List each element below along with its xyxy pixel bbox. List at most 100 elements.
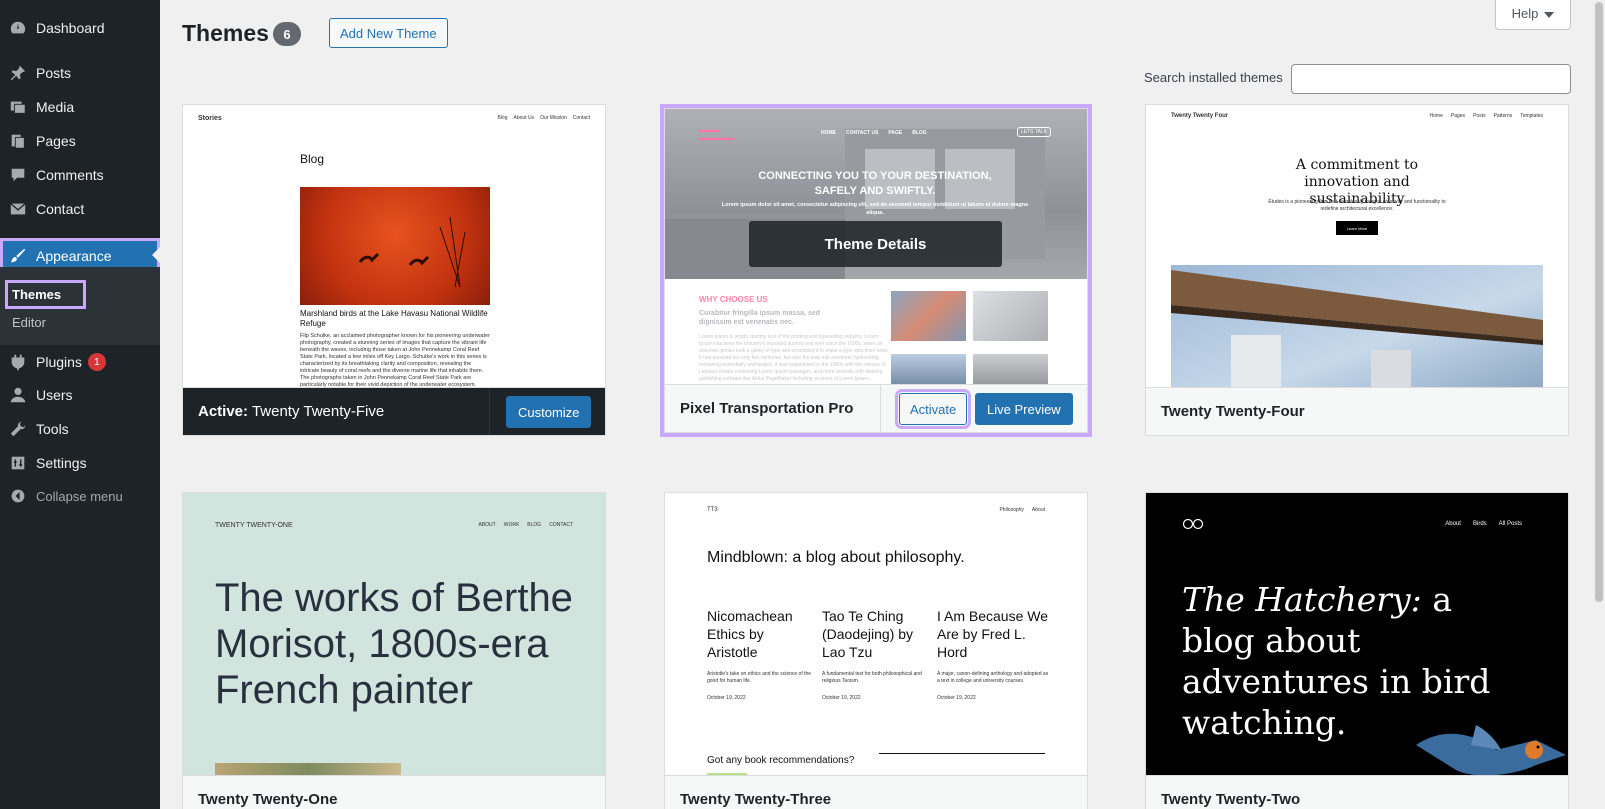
users-icon — [0, 386, 36, 404]
add-new-theme-button[interactable]: Add New Theme — [329, 18, 448, 48]
preview-post: Nicomachean Ethics by Aristotle Aristotl… — [707, 607, 815, 701]
preview-heading-italic: The Hatchery: — [1182, 580, 1422, 619]
theme-details-button[interactable]: Theme Details — [749, 221, 1002, 267]
plugins-update-badge: 1 — [87, 353, 106, 371]
preview-nav: Philosophy About — [999, 507, 1045, 513]
page-title: Themes — [182, 20, 269, 46]
live-preview-button[interactable]: Live Preview — [975, 393, 1073, 425]
preview-site-title: TT3 — [707, 507, 718, 513]
page-scrollbar[interactable] — [1592, 0, 1605, 809]
preview-nav-item: Our Mission — [540, 115, 567, 121]
preview-nav-item: Home — [1429, 113, 1443, 119]
sidebar-item-media[interactable]: Media — [0, 90, 160, 124]
preview-post: I Am Because We Are by Fred L. Hord A ma… — [937, 607, 1049, 701]
theme-card-footer: Active: Twenty Twenty-Five Customize — [183, 387, 605, 435]
pin-icon — [0, 64, 36, 82]
preview-subheading: Études is a pioneering firm that seamles… — [1268, 199, 1446, 212]
theme-card-pixel-transportation-pro[interactable]: ▬▬▬ ▬▬▬▬▬ HOME CONTACT US PAGE BLOG LETS … — [660, 104, 1092, 437]
preview-logo-icon — [1182, 517, 1204, 535]
theme-card-twenty-twenty-three[interactable]: TT3 Philosophy About Mindblown: a blog a… — [664, 492, 1088, 809]
mail-icon — [0, 200, 36, 218]
preview-heading: Mindblown: a blog about philosophy. — [707, 549, 965, 566]
preview-nav-item: About Us — [513, 115, 535, 121]
footer-divider — [880, 385, 881, 432]
preview-nav-item: WORK — [503, 522, 520, 528]
submenu-item-editor[interactable]: Editor — [12, 315, 46, 330]
theme-card-twenty-twenty-five[interactable]: Stories Blog About Us Our Mission Contac… — [182, 104, 606, 436]
customize-button[interactable]: Customize — [506, 396, 592, 428]
sidebar-item-plugins[interactable]: Plugins 1 — [0, 345, 160, 379]
sidebar-item-settings[interactable]: Settings — [0, 446, 160, 480]
media-icon — [0, 98, 36, 116]
theme-screenshot[interactable]: ▬▬▬ ▬▬▬▬▬ HOME CONTACT US PAGE BLOG LETS … — [665, 109, 1087, 384]
preview-nav-item: Pages — [1450, 113, 1466, 119]
sidebar-item-users[interactable]: Users — [0, 378, 160, 412]
preview-nav: About Birds All Posts — [1445, 521, 1522, 527]
theme-name: Twenty Twenty-One — [198, 791, 338, 808]
theme-screenshot[interactable]: Twenty Twenty Four Home Pages Posts Patt… — [1146, 105, 1568, 387]
preview-nav-item: About — [1031, 507, 1045, 513]
pages-icon — [0, 132, 36, 150]
preview-learn-more: Learn More — [1336, 221, 1378, 235]
preview-building-image — [1171, 265, 1543, 387]
preview-post-date: October 19, 2022 — [937, 695, 976, 701]
preview-post-excerpt: A fundamental text for both philosophica… — [822, 671, 922, 684]
preview-nav-item: Blog — [497, 115, 508, 121]
collapse-menu-button[interactable]: Collapse menu — [0, 479, 160, 513]
preview-post-title: Nicomachean Ethics by Aristotle — [707, 608, 793, 660]
theme-card-twenty-twenty-two[interactable]: About Birds All Posts The Hatchery: a bl… — [1145, 492, 1569, 809]
theme-card-twenty-twenty-four[interactable]: Twenty Twenty Four Home Pages Posts Patt… — [1145, 104, 1569, 436]
sidebar-item-comments[interactable]: Comments — [0, 158, 160, 192]
preview-nav-item: CONTACT — [549, 522, 573, 528]
theme-screenshot[interactable]: TT3 Philosophy About Mindblown: a blog a… — [665, 493, 1087, 775]
preview-post: Tao Te Ching (Daodejing) by Lao Tzu A fu… — [822, 607, 930, 701]
preview-nav: ABOUT WORK BLOG CONTACT — [479, 522, 574, 528]
wrench-icon — [0, 420, 36, 438]
theme-card-footer: Twenty Twenty-Three — [665, 775, 1087, 809]
preview-nav-item: ABOUT — [478, 522, 496, 528]
preview-post-date: October 19, 2022 — [707, 695, 746, 701]
theme-count-badge: 6 — [273, 22, 301, 46]
comment-icon — [0, 166, 36, 184]
theme-card-footer: Twenty Twenty-One — [183, 775, 605, 809]
dashboard-icon — [0, 19, 36, 37]
preview-caption: Marshland birds at the Lake Havasu Natio… — [300, 309, 488, 328]
theme-name: Twenty Twenty-Two — [1161, 791, 1301, 808]
theme-screenshot[interactable]: About Birds All Posts The Hatchery: a bl… — [1146, 493, 1568, 775]
preview-post-excerpt: Aristotle's take on ethics and the scien… — [707, 671, 812, 684]
theme-name: Twenty Twenty-Three — [680, 791, 832, 808]
preview-nav: Blog About Us Our Mission Contact — [497, 115, 590, 121]
theme-card-footer: Twenty Twenty-Two — [1146, 775, 1568, 809]
preview-nav-item: Posts — [1473, 113, 1486, 119]
preview-post-title: I Am Because We Are by Fred L. Hord — [937, 608, 1049, 660]
theme-screenshot[interactable]: Stories Blog About Us Our Mission Contac… — [183, 105, 605, 387]
search-themes-input[interactable] — [1291, 64, 1571, 94]
sidebar-item-pages[interactable]: Pages — [0, 124, 160, 158]
preview-nav: Home Pages Posts Patterns Templates — [1430, 113, 1543, 119]
sidebar-item-posts[interactable]: Posts — [0, 56, 160, 90]
paintbrush-icon — [0, 247, 36, 265]
help-tab-button[interactable]: Help — [1495, 0, 1571, 30]
preview-nav-item: Patterns — [1493, 113, 1513, 119]
theme-name: Twenty Twenty-Four — [1161, 403, 1305, 420]
preview-painting-image — [215, 763, 401, 775]
preview-post-title: Tao Te Ching (Daodejing) by Lao Tzu — [822, 608, 914, 660]
admin-sidebar: Dashboard Posts Media Pages Comments Con… — [0, 0, 160, 809]
theme-card-twenty-twenty-one[interactable]: TWENTY TWENTY-ONE ABOUT WORK BLOG CONTAC… — [182, 492, 606, 809]
activate-button[interactable]: Activate — [894, 389, 972, 429]
theme-card-footer: Twenty Twenty-Four — [1146, 387, 1568, 435]
collapse-icon — [0, 488, 36, 504]
preview-body-text: Flip Schulke, an acclaimed photographer … — [300, 333, 490, 387]
theme-screenshot[interactable]: TWENTY TWENTY-ONE ABOUT WORK BLOG CONTAC… — [183, 493, 605, 775]
preview-post-excerpt: A major, canon-defining anthology and ad… — [937, 671, 1049, 684]
sidebar-item-tools[interactable]: Tools — [0, 412, 160, 446]
sidebar-item-contact[interactable]: Contact — [0, 192, 160, 226]
theme-name: Active: Twenty Twenty-Five — [198, 403, 384, 420]
sidebar-item-dashboard[interactable]: Dashboard — [0, 11, 160, 45]
plugin-icon — [0, 353, 36, 371]
preview-nav-item: All Posts — [1498, 521, 1522, 527]
scrollbar-thumb[interactable] — [1595, 2, 1603, 602]
help-label: Help — [1511, 6, 1539, 21]
theme-name-text: Twenty Twenty-Five — [251, 403, 385, 420]
preview-nav-item: Philosophy — [999, 507, 1024, 513]
